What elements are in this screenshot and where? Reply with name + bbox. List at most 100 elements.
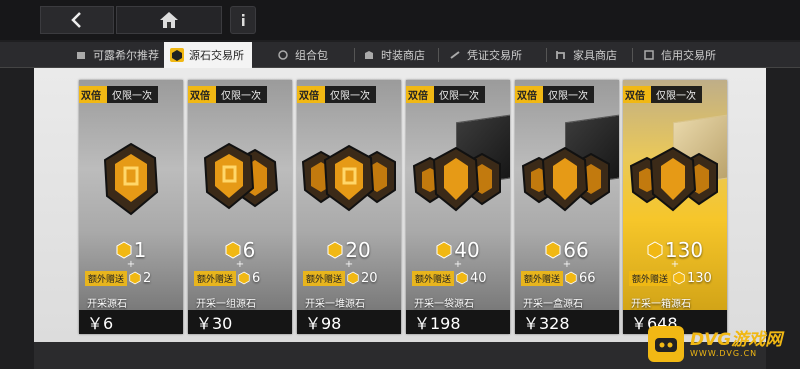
double-label: 双倍 [79,86,107,103]
back-button[interactable] [40,6,114,34]
pack-name: 开采一堆源石 [305,299,365,310]
tab-divider [546,48,547,62]
tab-recommend[interactable]: 可露希尔推荐 [74,42,159,68]
tab-credit[interactable]: 信用交易所 [642,42,716,68]
originite-icon [456,271,468,285]
furniture-icon [554,48,568,62]
tab-label: 时装商店 [381,49,425,62]
bonus-value: 20 [361,270,378,286]
originite-crystal-icon [412,146,501,212]
originite-icon [673,271,685,285]
back-arrow-icon [71,12,81,28]
bonus-value: 130 [687,270,712,286]
price-button[interactable]: ￥6 [79,310,183,334]
originite-icon [129,271,141,285]
tab-divider [354,48,355,62]
double-label: 双倍 [623,86,651,103]
tab-furniture[interactable]: 家具商店 [554,42,617,68]
price-button[interactable]: ￥198 [406,310,510,334]
store-tab-bar: 可露希尔推荐 源石交易所 组合包 时装商店 凭证交易所 家具商店 信用交易所 [0,42,800,68]
originite-crystal-icon [629,146,718,212]
tab-label: 凭证交易所 [467,49,522,62]
originite-pack-card[interactable]: 双倍 仅限一次 40 + 额外赠送 40 开采一袋源石 ￥198 [406,80,510,334]
pack-name: 开采一组源石 [196,299,256,310]
credit-icon [642,48,656,62]
amount-value: 6 [242,238,256,262]
price-button[interactable]: ￥98 [297,310,401,334]
recommend-icon [74,48,88,62]
tab-voucher[interactable]: 凭证交易所 [448,42,522,68]
originite-pack-card[interactable]: 双倍 仅限一次 6 + 额外赠送 6 开采一组源石 ￥30 [188,80,292,334]
bonus-label: 额外赠送 [85,270,128,286]
originite-crystal-icon [103,142,159,216]
once-label: 仅限一次 [548,91,588,102]
plus-sign: + [453,259,463,270]
double-label: 双倍 [188,86,216,103]
plus-sign: + [562,259,572,270]
once-label: 仅限一次 [330,91,370,102]
once-label: 仅限一次 [656,91,696,102]
double-tag: 双倍 仅限一次 [188,86,267,103]
bonus-value: 40 [470,270,487,286]
originite-icon [238,271,250,285]
outfit-icon [362,48,376,62]
tab-divider [438,48,439,62]
bonus-label: 额外赠送 [194,270,237,286]
bonus-label: 额外赠送 [303,270,346,286]
tab-divider [632,48,633,62]
tab-label: 可露希尔推荐 [93,49,159,62]
originite-pack-card[interactable]: 双倍 仅限一次 66 + 额外赠送 66 开采一盒源石 ￥328 [515,80,619,334]
originite-icon [647,241,663,259]
originite-pack-card[interactable]: 双倍 仅限一次 20 + 额外赠送 20 开采一堆源石 ￥98 [297,80,401,334]
info-button[interactable] [230,6,256,34]
bonus-row: 额外赠送 2 [85,270,151,286]
tab-label: 组合包 [295,49,328,62]
pack-name: 开采一盒源石 [523,299,583,310]
originite-pack-card[interactable]: 双倍 仅限一次 1 + 额外赠送 2 开采源石 ￥6 [79,80,183,334]
voucher-icon [448,48,462,62]
originite-icon [545,241,561,259]
price-button[interactable]: ￥30 [188,310,292,334]
originite-crystal-icon [521,146,610,212]
double-label: 双倍 [515,86,543,103]
originite-icon [436,241,452,259]
watermark-title: DVG游戏网 [690,329,783,350]
home-button[interactable] [116,6,222,34]
double-label: 双倍 [406,86,434,103]
info-icon [242,14,245,26]
tab-outfit[interactable]: 时装商店 [362,42,425,68]
double-tag: 双倍 仅限一次 [79,86,158,103]
originite-crystal-icon [301,144,396,212]
pack-name: 开采一袋源石 [414,299,474,310]
bonus-label: 额外赠送 [521,270,564,286]
once-label: 仅限一次 [221,91,261,102]
bonus-row: 额外赠送 130 [629,270,712,286]
originite-icon [225,241,241,259]
double-label: 双倍 [297,86,325,103]
originite-crystal-icon [203,142,279,210]
bonus-row: 额外赠送 40 [412,270,487,286]
once-label: 仅限一次 [439,91,479,102]
double-tag: 双倍 仅限一次 [297,86,376,103]
bonus-row: 额外赠送 6 [194,270,260,286]
plus-sign: + [344,259,354,270]
tab-originite[interactable]: 源石交易所 [164,42,252,68]
tab-bundle[interactable]: 组合包 [276,42,328,68]
double-tag: 双倍 仅限一次 [623,86,702,103]
pack-name: 开采源石 [87,299,127,310]
originite-icon [170,48,184,62]
double-tag: 双倍 仅限一次 [515,86,594,103]
originite-pack-card[interactable]: 双倍 仅限一次 130 + 额外赠送 130 开采一箱源石 ￥648 [623,80,727,334]
pack-name: 开采一箱源石 [631,299,691,310]
top-bar [0,0,800,40]
bonus-value: 2 [143,270,152,286]
bonus-value: 66 [579,270,596,286]
originite-icon [565,271,577,285]
plus-sign: + [235,259,245,270]
price-button[interactable]: ￥328 [515,310,619,334]
bonus-value: 6 [252,270,261,286]
bonus-row: 额外赠送 66 [521,270,596,286]
watermark-url: WWW.DVG.CN [690,348,758,358]
tab-label: 源石交易所 [189,49,244,62]
originite-icon [116,241,132,259]
